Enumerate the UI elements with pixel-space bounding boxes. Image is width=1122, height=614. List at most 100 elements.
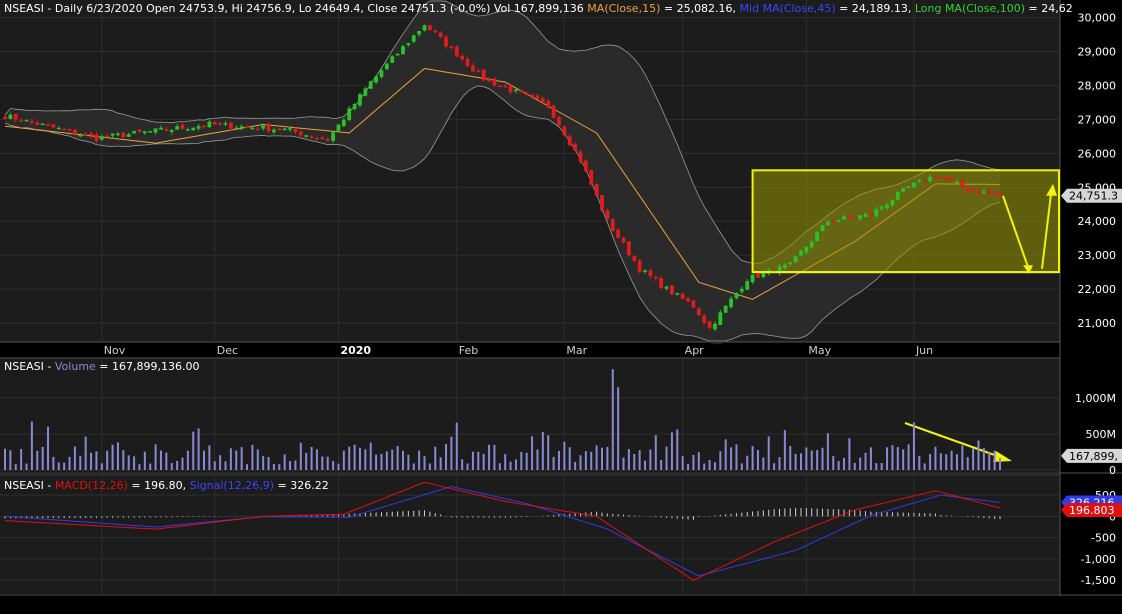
candle-body bbox=[804, 246, 809, 253]
candle-body bbox=[94, 134, 99, 141]
volume-panel[interactable] bbox=[0, 358, 1060, 472]
chart-canvas: 30,00029,00028,00027,00026,00025,00024,0… bbox=[0, 0, 1122, 610]
candle-body bbox=[680, 293, 685, 299]
volume-bar bbox=[735, 444, 738, 470]
volume-bar bbox=[601, 447, 603, 470]
x-tick-label: Mar bbox=[566, 344, 587, 357]
candle-body bbox=[874, 209, 879, 217]
candle-body bbox=[309, 136, 314, 139]
volume-bar bbox=[47, 426, 50, 470]
candle-body bbox=[820, 225, 825, 232]
volume-bar bbox=[574, 461, 577, 470]
volume-bar bbox=[568, 447, 571, 470]
candle-body bbox=[229, 122, 233, 129]
candle-body bbox=[885, 204, 889, 208]
candle-body bbox=[277, 128, 282, 131]
volume-bar bbox=[816, 449, 819, 470]
volume-bar bbox=[617, 387, 620, 470]
candle-body bbox=[460, 55, 465, 60]
candle-body bbox=[643, 270, 647, 272]
volume-bar bbox=[864, 452, 867, 470]
macd-panel[interactable] bbox=[0, 476, 1060, 594]
price-tick-label: 26,000 bbox=[1078, 147, 1117, 160]
candle-body bbox=[395, 53, 400, 56]
volume-bar bbox=[36, 450, 39, 470]
volume-bar bbox=[262, 456, 265, 470]
volume-bar bbox=[697, 452, 700, 470]
candle-body bbox=[928, 176, 932, 182]
header-ohlc: - Daily 6/23/2020 Open 24753.9, Hi 24756… bbox=[43, 2, 588, 15]
candle-body bbox=[180, 124, 185, 129]
price-tick-label: 23,000 bbox=[1078, 249, 1117, 262]
volume-bar bbox=[428, 463, 431, 470]
volume-bar bbox=[246, 464, 249, 470]
candle-body bbox=[126, 134, 131, 137]
volume-bar bbox=[348, 446, 351, 470]
candle-body bbox=[906, 186, 911, 188]
candle-body bbox=[24, 119, 29, 122]
x-tick-label: 2020 bbox=[340, 344, 371, 357]
volume-bar bbox=[256, 449, 259, 470]
candle-body bbox=[481, 69, 486, 81]
volume-bar bbox=[611, 369, 614, 470]
chart-window: 30,000 29,000 28,000 27,000 26,000 25,000 24,0… bbox=[0, 0, 1122, 610]
volume-bar bbox=[912, 422, 915, 470]
macd-tick-label: -1,500 bbox=[1081, 574, 1116, 587]
signal-value: = 326.22 bbox=[274, 479, 329, 492]
volume-bar bbox=[622, 457, 625, 470]
candle-body bbox=[981, 191, 986, 193]
candle-body bbox=[374, 76, 378, 83]
candle-body bbox=[530, 94, 534, 97]
candle-body bbox=[73, 129, 77, 135]
candle-body bbox=[384, 63, 389, 70]
price-header: NSEASI - Daily 6/23/2020 Open 24753.9, H… bbox=[4, 2, 1073, 15]
volume-bar bbox=[670, 432, 673, 470]
candle-body bbox=[164, 129, 169, 131]
volume-bar bbox=[955, 454, 958, 470]
volume-bar bbox=[396, 445, 399, 470]
volume-bar bbox=[520, 451, 523, 470]
volume-bar bbox=[299, 442, 302, 470]
candle-body bbox=[30, 121, 34, 123]
candle-body bbox=[417, 31, 422, 35]
volume-bar bbox=[724, 439, 727, 470]
x-tick-label: Jun bbox=[915, 344, 933, 357]
candle-body bbox=[250, 127, 255, 130]
candle-body bbox=[653, 276, 658, 279]
candle-body bbox=[557, 116, 561, 126]
candle-body bbox=[799, 251, 803, 256]
volume-bar bbox=[4, 448, 6, 470]
candle-body bbox=[637, 260, 642, 272]
candle-body bbox=[938, 176, 943, 179]
candle-body bbox=[175, 126, 179, 130]
candle-body bbox=[89, 133, 93, 136]
volume-bar bbox=[434, 446, 437, 470]
candle-body bbox=[368, 81, 373, 89]
candle-body bbox=[901, 188, 906, 192]
candle-body bbox=[46, 124, 50, 126]
candle-body bbox=[471, 65, 475, 72]
candle-body bbox=[40, 123, 45, 126]
volume-bar bbox=[557, 450, 560, 470]
ma100-value: = 24,62 bbox=[1025, 2, 1073, 15]
candle-body bbox=[567, 136, 572, 146]
volume-bar bbox=[208, 445, 211, 470]
candle-body bbox=[562, 126, 567, 136]
volume-bar bbox=[837, 461, 840, 470]
candle-body bbox=[116, 133, 120, 136]
candle-body bbox=[137, 129, 142, 132]
volume-bar bbox=[106, 450, 109, 470]
volume-tick-label: 0 bbox=[1109, 464, 1116, 477]
volume-bar bbox=[79, 455, 82, 470]
volume-bar bbox=[133, 456, 136, 470]
volume-bar bbox=[402, 450, 404, 470]
volume-bar bbox=[143, 451, 146, 470]
candle-body bbox=[573, 144, 577, 151]
volume-tick-label: 1,000M bbox=[1075, 392, 1116, 405]
candle-body bbox=[411, 35, 416, 42]
candle-body bbox=[524, 93, 529, 95]
candle-body bbox=[535, 95, 540, 99]
candle-body bbox=[288, 128, 292, 130]
volume-bar bbox=[176, 460, 179, 470]
candle-body bbox=[454, 46, 459, 57]
